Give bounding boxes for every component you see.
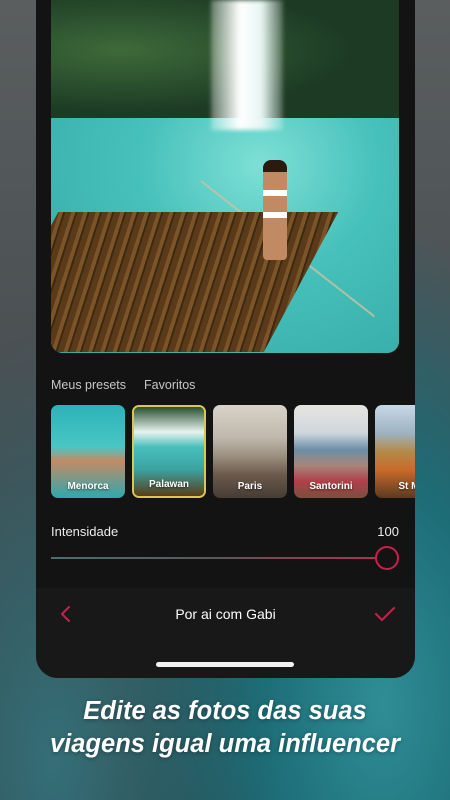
slider-thumb[interactable]: [375, 546, 399, 570]
intensity-value: 100: [377, 524, 399, 539]
preset-label: Paris: [237, 481, 263, 492]
preset-palawan[interactable]: Palawan: [132, 405, 206, 498]
home-indicator: [156, 662, 294, 667]
preset-santorini[interactable]: Santorini: [294, 405, 368, 498]
preset-carousel[interactable]: Menorca Palawan Paris Santorini St Mo: [51, 405, 415, 498]
tab-favoritos[interactable]: Favoritos: [144, 378, 195, 392]
preset-label: Menorca: [67, 481, 109, 492]
intensity-slider[interactable]: [51, 546, 399, 570]
caption-line-1: Edite as fotos das suas: [83, 697, 367, 725]
bottom-bar: Por ai com Gabi: [36, 588, 415, 678]
preset-tabs: Meus presets Favoritos: [51, 378, 195, 392]
preset-label: St Mo: [398, 481, 415, 492]
preset-label: Palawan: [148, 479, 190, 490]
intensity-label: Intensidade: [51, 524, 119, 539]
tab-meus-presets[interactable]: Meus presets: [51, 378, 126, 392]
checkmark-icon: [375, 607, 395, 621]
preset-st-moritz[interactable]: St Mo: [375, 405, 415, 498]
promo-caption: Edite as fotos das suas viagens igual um…: [0, 695, 450, 761]
confirm-button[interactable]: [373, 602, 397, 626]
preset-paris[interactable]: Paris: [213, 405, 287, 498]
preset-collection-title: Por ai com Gabi: [175, 606, 276, 622]
slider-track: [51, 557, 399, 559]
photo-preview: [51, 0, 399, 353]
phone-screen: Meus presets Favoritos Menorca Palawan P…: [36, 0, 415, 678]
caption-line-2: viagens igual uma influencer: [49, 730, 400, 758]
preset-label: Santorini: [309, 481, 353, 492]
preset-menorca[interactable]: Menorca: [51, 405, 125, 498]
